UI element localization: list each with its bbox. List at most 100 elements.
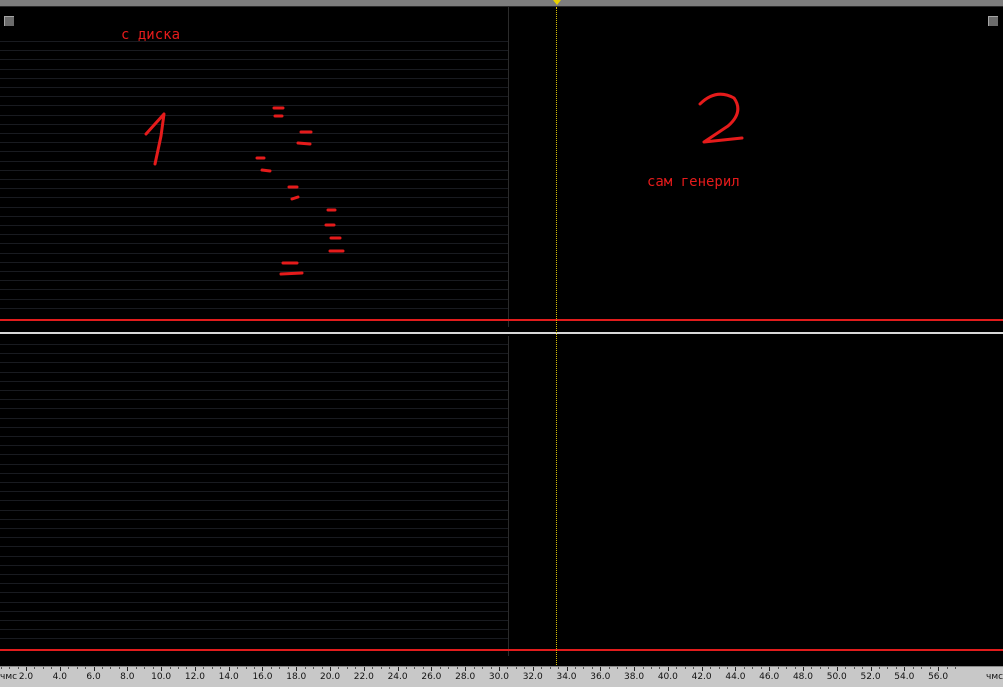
ruler-tick-label: 48.0 — [792, 672, 813, 682]
ruler-tick — [305, 667, 306, 669]
ruler-tick — [913, 667, 914, 669]
ruler-tick — [296, 667, 297, 671]
ruler-tick — [406, 667, 407, 669]
ruler-tick — [313, 667, 314, 669]
ruler-tick — [381, 667, 382, 669]
ruler-tick-label: 38.0 — [624, 672, 645, 682]
ruler-tick — [51, 667, 52, 669]
ruler-tick — [372, 667, 373, 669]
ruler-tick-label: 8.0 — [120, 672, 135, 682]
ruler-tick-label: 36.0 — [590, 672, 611, 682]
ruler-tick — [609, 667, 610, 669]
ruler-tick — [761, 667, 762, 669]
ruler-tick — [237, 667, 238, 669]
ruler-tick — [229, 667, 230, 671]
ruler-tick-label: 12.0 — [184, 672, 205, 682]
ruler-tick — [119, 667, 120, 669]
ruler-tick — [735, 667, 736, 671]
ruler-tick — [279, 667, 280, 669]
ruler-tick-label: 34.0 — [556, 672, 577, 682]
ruler-tick — [136, 667, 137, 669]
ruler-tick — [77, 667, 78, 669]
ruler-tick — [811, 667, 812, 669]
ruler-tick — [659, 667, 660, 669]
ruler-tick — [533, 667, 534, 671]
ruler-tick — [389, 667, 390, 669]
ruler-tick — [854, 667, 855, 669]
ruler-tick — [575, 667, 576, 669]
ruler-tick — [195, 667, 196, 671]
time-ruler[interactable]: чмс 2.0 4.0 6.0 8.0 10.0 12.0 14.0 16.0 18.0 20.0… — [0, 666, 1003, 687]
ruler-tick — [431, 667, 432, 671]
ruler-tick — [482, 667, 483, 669]
ruler-tick-label: 16.0 — [252, 672, 273, 682]
ruler-tick — [626, 667, 627, 669]
ruler-tick — [262, 667, 263, 671]
ruler-tick-label: 30.0 — [488, 672, 509, 682]
ruler-tick-label: 52.0 — [860, 672, 881, 682]
ruler-tick — [85, 667, 86, 669]
ruler-tick — [896, 667, 897, 669]
ruler-tick — [338, 667, 339, 669]
ruler-tick — [676, 667, 677, 669]
ruler-tick-label: 54.0 — [894, 672, 915, 682]
ruler-tick — [803, 667, 804, 671]
ruler-tick — [68, 667, 69, 669]
ruler-tick — [702, 667, 703, 671]
ruler-tick-label: 2.0 — [18, 672, 34, 682]
ruler-tick — [161, 667, 162, 671]
ruler-tick-label: 50.0 — [826, 672, 847, 682]
ruler-tick — [330, 667, 331, 671]
ruler-tick — [938, 667, 939, 671]
ruler-tick — [617, 667, 618, 669]
ruler-tick — [423, 667, 424, 669]
ruler-tick — [592, 667, 593, 669]
ruler-tick — [862, 667, 863, 669]
ruler-tick — [820, 667, 821, 669]
ruler-tick — [102, 667, 103, 669]
ruler-tick — [550, 667, 551, 669]
ruler-tick — [955, 667, 956, 669]
ruler-tick — [541, 667, 542, 669]
ruler-tick — [474, 667, 475, 669]
ruler-tick — [144, 667, 145, 669]
ruler-tick-label: 44.0 — [725, 672, 746, 682]
ruler-tick — [516, 667, 517, 669]
ruler-tick — [43, 667, 44, 669]
handwritten-annotations — [144, 92, 744, 276]
ruler-tick-label: 6.0 — [86, 672, 101, 682]
ruler-tick — [795, 667, 796, 669]
ruler-tick — [947, 667, 948, 669]
ruler-tick — [254, 667, 255, 669]
ruler-tick — [127, 667, 128, 671]
ruler-tick — [94, 667, 95, 671]
ruler-tick — [271, 667, 272, 669]
ruler-tick — [355, 667, 356, 669]
ruler-tick — [904, 667, 905, 671]
ruler-tick — [499, 667, 500, 671]
ruler-tick — [212, 667, 213, 669]
ruler-tick — [398, 667, 399, 671]
ruler-tick — [871, 667, 872, 671]
ruler-tick-label: 20.0 — [320, 672, 341, 682]
ruler-tick-label: 26.0 — [421, 672, 442, 682]
ruler-tick — [828, 667, 829, 669]
ruler-tick — [778, 667, 779, 669]
ruler-tick — [220, 667, 221, 669]
ruler-tick-label: 24.0 — [387, 672, 408, 682]
ruler-tick — [643, 667, 644, 669]
handwritten-number-1 — [144, 112, 166, 166]
ruler-tick — [347, 667, 348, 669]
ruler-tick — [524, 667, 525, 669]
ruler-tick — [288, 667, 289, 669]
ruler-tick — [34, 667, 35, 669]
ruler-tick — [448, 667, 449, 669]
ruler-tick-label: 22.0 — [353, 672, 374, 682]
ruler-tick — [170, 667, 171, 669]
ruler-tick — [634, 667, 635, 671]
ruler-tick — [651, 667, 652, 669]
ruler-tick — [600, 667, 601, 671]
ruler-tick — [710, 667, 711, 669]
ruler-tick — [837, 667, 838, 671]
ruler-tick-label: 28.0 — [455, 672, 476, 682]
